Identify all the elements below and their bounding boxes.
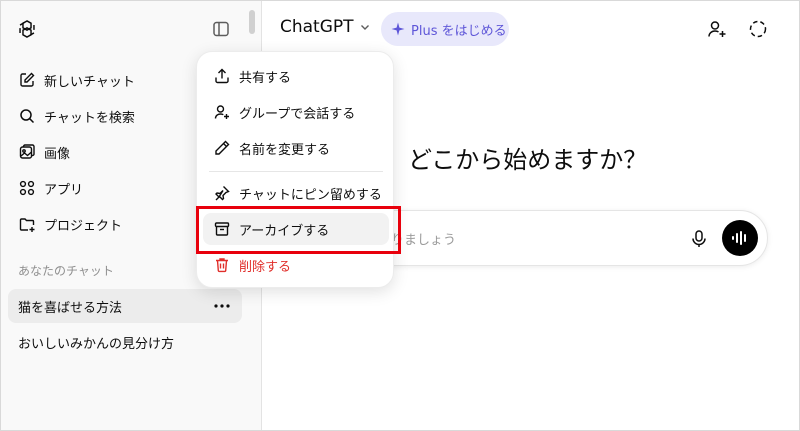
- menu-divider: [209, 171, 383, 172]
- sidebar-item-label: 新しいチャット: [44, 74, 135, 90]
- model-name: ChatGPT: [280, 17, 354, 37]
- openai-logo-icon[interactable]: [16, 18, 38, 40]
- section-label-your-chats: あなたのチャット: [18, 264, 114, 278]
- menu-item-archive[interactable]: アーカイブする: [203, 213, 389, 245]
- menu-item-label: チャットにピン留めする: [239, 187, 382, 203]
- page-heading: どこから始めますか？: [408, 146, 648, 174]
- chat-context-menu: 共有する グループで会話する 名前を変更する チャットにピン留めする アーカイブ…: [196, 51, 394, 288]
- upgrade-plus-label: Plus をはじめる: [411, 23, 507, 39]
- sidebar-item-label: チャットを検索: [44, 110, 135, 126]
- menu-item-delete[interactable]: 削除する: [203, 249, 389, 281]
- composer-placeholder[interactable]: りましょう: [391, 229, 456, 248]
- sidebar-item-label: 画像: [44, 146, 71, 162]
- sidebar-item-label: プロジェクト: [44, 218, 123, 234]
- search-icon: [20, 109, 35, 124]
- share-icon: [215, 68, 229, 84]
- menu-item-label: 共有する: [239, 70, 292, 86]
- upgrade-plus-button[interactable]: Plus をはじめる: [381, 12, 509, 46]
- chat-item[interactable]: おいしいみかんの見分け方: [8, 325, 242, 359]
- sidebar-toggle-icon[interactable]: [211, 19, 231, 39]
- menu-item-group-chat[interactable]: グループで会話する: [203, 96, 389, 128]
- sparkle-icon: [391, 22, 405, 36]
- apps-icon: [19, 180, 35, 196]
- pin-icon: [215, 186, 230, 201]
- composer[interactable]: りましょう: [360, 210, 768, 266]
- voice-mode-button[interactable]: [722, 220, 758, 256]
- menu-item-label: アーカイブする: [239, 223, 330, 239]
- model-selector[interactable]: ChatGPT: [280, 17, 371, 37]
- voice-waveform-icon: [732, 231, 746, 245]
- images-icon: [19, 144, 35, 159]
- archive-icon: [214, 222, 230, 236]
- menu-item-pin-chat[interactable]: チャットにピン留めする: [203, 177, 389, 209]
- new-chat-icon: [20, 72, 35, 87]
- menu-item-label: 削除する: [239, 259, 292, 275]
- add-people-icon: [214, 105, 229, 119]
- menu-item-share[interactable]: 共有する: [203, 60, 389, 92]
- folder-plus-icon: [19, 218, 35, 232]
- chevron-down-icon: [360, 25, 369, 30]
- chat-item-label: おいしいみかんの見分け方: [18, 336, 175, 352]
- sidebar-scrollbar[interactable]: [249, 10, 255, 34]
- add-people-icon[interactable]: [706, 18, 728, 40]
- sidebar-item-label: アプリ: [44, 182, 84, 198]
- pencil-icon: [215, 140, 230, 155]
- microphone-icon[interactable]: [690, 229, 708, 249]
- menu-item-label: グループで会話する: [239, 106, 356, 122]
- temporary-chat-icon[interactable]: [747, 18, 769, 40]
- chat-item-label: 猫を喜ばせる方法: [18, 300, 123, 316]
- trash-icon: [216, 258, 228, 273]
- chat-item-active[interactable]: 猫を喜ばせる方法: [8, 289, 242, 323]
- menu-item-rename[interactable]: 名前を変更する: [203, 132, 389, 164]
- menu-item-label: 名前を変更する: [239, 142, 331, 158]
- more-options-icon[interactable]: [212, 297, 232, 315]
